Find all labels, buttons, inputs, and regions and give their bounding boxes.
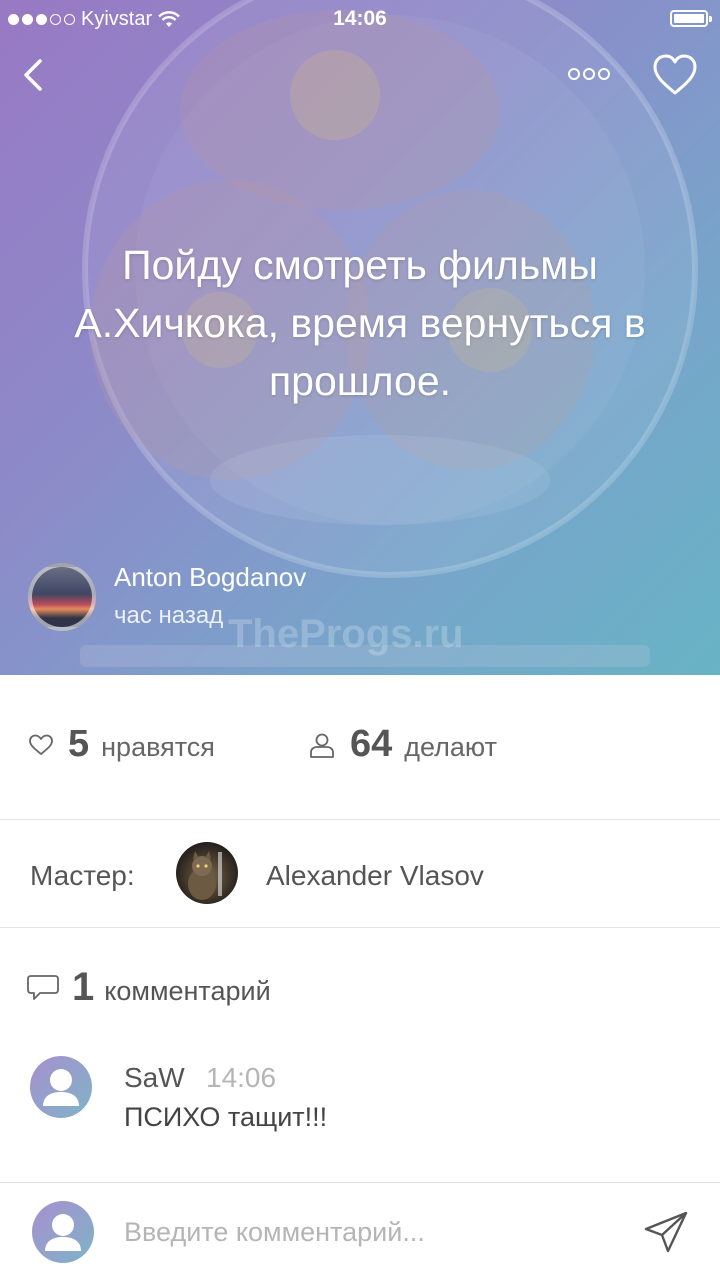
back-button[interactable] <box>18 55 52 95</box>
comment-text: ПСИХО тащит!!! <box>124 1102 328 1132</box>
status-bar: Kyivstar 14:06 <box>0 0 720 40</box>
heart-outline-icon <box>29 734 53 755</box>
user-placeholder-icon <box>45 1214 81 1251</box>
comment-author[interactable]: SaW <box>124 1062 185 1094</box>
master-avatar[interactable] <box>176 842 238 904</box>
dot-icon <box>568 68 580 80</box>
doing-label: делают <box>404 732 497 762</box>
cat-photo <box>188 851 222 900</box>
comment-item[interactable]: SaW 14:06 ПСИХО тащит!!! <box>0 1050 720 1160</box>
comments-count: 1 <box>72 965 95 1009</box>
commenter-avatar[interactable] <box>30 1056 92 1118</box>
comment-time: 14:06 <box>206 1062 277 1093</box>
watermark: TheProgs.ru <box>228 612 464 656</box>
comments-header: 1 комментарий <box>26 965 271 1010</box>
post-hero: Kyivstar 14:06 Пойду смотреть фильмы А.Х… <box>0 0 720 675</box>
master-label: Мастер: <box>30 860 135 891</box>
comment-input-bar <box>0 1182 720 1280</box>
heart-icon[interactable] <box>650 50 700 100</box>
master-name[interactable]: Alexander Vlasov <box>266 860 484 892</box>
likes-label: нравятся <box>101 732 215 762</box>
author-name[interactable]: Anton Bogdanov <box>114 562 306 593</box>
master-row[interactable]: Мастер: Alexander Vlasov <box>0 820 720 928</box>
doing-count: 64 <box>350 723 393 765</box>
dot-icon <box>583 68 595 80</box>
send-icon[interactable] <box>642 1209 692 1255</box>
current-user-avatar <box>32 1201 94 1263</box>
user-placeholder-icon <box>43 1069 79 1106</box>
comments-label: комментарий <box>104 976 271 1006</box>
speech-bubble-icon <box>27 974 59 1000</box>
post-stats: 5 нравятся 64 делают <box>0 675 720 820</box>
likes-stat[interactable]: 5 нравятся <box>28 723 215 766</box>
author-avatar[interactable] <box>28 563 96 631</box>
dot-icon <box>598 68 610 80</box>
comment-input[interactable] <box>124 1205 624 1259</box>
doing-stat[interactable]: 64 делают <box>308 723 497 766</box>
person-icon <box>310 733 334 758</box>
more-options-button[interactable] <box>568 62 612 86</box>
likes-count: 5 <box>68 723 90 765</box>
status-time: 14:06 <box>333 7 387 30</box>
battery-icon <box>670 10 712 27</box>
post-time: час назад <box>114 602 224 629</box>
post-title: Пойду смотреть фильмы А.Хичкока, время в… <box>74 242 646 404</box>
